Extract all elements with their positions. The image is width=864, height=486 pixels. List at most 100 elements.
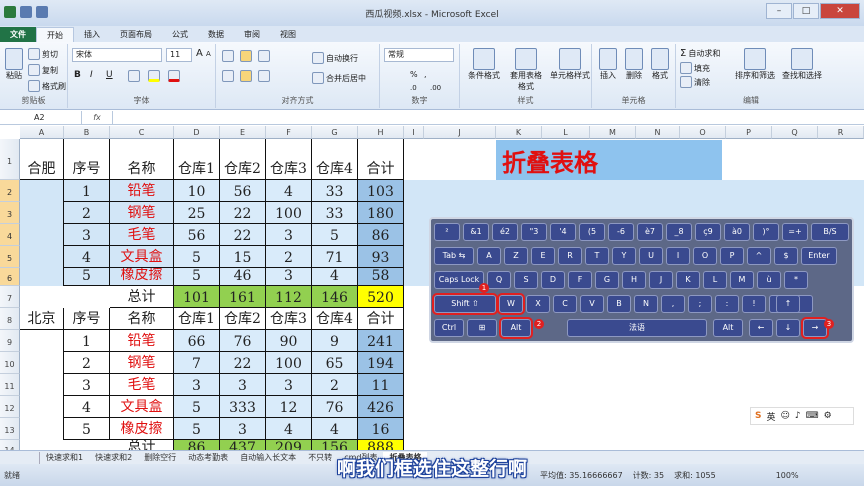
merge-center-button[interactable]: 合并后居中 <box>312 72 366 84</box>
font-size-select[interactable]: 11 <box>166 48 192 62</box>
column-header[interactable]: B <box>64 126 110 139</box>
item-name-cell[interactable]: 铅笔 <box>110 330 174 352</box>
fx-icon[interactable]: fx <box>82 113 112 122</box>
key[interactable]: Alt <box>713 319 743 337</box>
shift-key[interactable]: Shift ⇧ <box>432 293 498 315</box>
column-header[interactable]: R <box>818 126 864 139</box>
key[interactable]: Enter <box>801 247 837 265</box>
value-cell[interactable]: 3 <box>266 374 312 396</box>
header-cell[interactable]: 仓库3 <box>266 308 312 330</box>
index-cell[interactable]: 5 <box>64 268 110 286</box>
align-center-button[interactable] <box>240 70 252 82</box>
key[interactable]: U <box>639 247 663 265</box>
index-cell[interactable]: 5 <box>64 418 110 440</box>
align-right-button[interactable] <box>258 70 270 82</box>
key[interactable]: ↓ <box>776 319 800 337</box>
key[interactable]: Tab ⇆ <box>434 247 474 265</box>
header-cell[interactable]: 仓库4 <box>312 308 358 330</box>
percent-button[interactable]: % <box>410 70 418 79</box>
key[interactable]: =+ <box>782 223 808 241</box>
tab-file[interactable]: 文件 <box>0 27 36 42</box>
row-header[interactable]: 11 <box>0 374 20 396</box>
key[interactable]: Caps Lock <box>434 271 484 289</box>
value-cell[interactable]: 2 <box>312 374 358 396</box>
key[interactable]: A <box>477 247 501 265</box>
key[interactable]: L <box>703 271 727 289</box>
value-cell[interactable]: 66 <box>174 330 220 352</box>
tab-formulas[interactable]: 公式 <box>162 27 198 42</box>
maximize-button[interactable]: □ <box>793 3 819 19</box>
key[interactable]: P <box>720 247 744 265</box>
tab-insert[interactable]: 插入 <box>74 27 110 42</box>
align-left-button[interactable] <box>222 70 234 82</box>
value-cell[interactable]: 11 <box>358 374 404 396</box>
value-cell[interactable]: 2 <box>266 246 312 268</box>
format-as-table-button[interactable]: 套用表格格式 <box>508 48 544 92</box>
font-color-button[interactable] <box>168 70 180 82</box>
key[interactable]: Z <box>504 247 528 265</box>
index-cell[interactable]: 2 <box>64 352 110 374</box>
tab-data[interactable]: 数据 <box>198 27 234 42</box>
key[interactable]: E <box>531 247 555 265</box>
grow-font-button[interactable]: A <box>196 48 203 59</box>
underline-button[interactable]: U <box>106 70 113 80</box>
value-cell[interactable]: 56 <box>174 224 220 246</box>
comma-button[interactable]: , <box>424 70 427 79</box>
key[interactable]: &1 <box>463 223 489 241</box>
insert-cells-button[interactable]: 插入 <box>596 48 620 81</box>
value-cell[interactable]: 3 <box>220 374 266 396</box>
city-cell[interactable] <box>20 396 64 418</box>
key[interactable]: V <box>580 295 604 313</box>
find-select-button[interactable]: 查找和选择 <box>780 48 824 81</box>
fill-button[interactable]: 填充 <box>680 62 710 74</box>
value-cell[interactable]: 180 <box>358 202 404 224</box>
value-cell[interactable]: 4 <box>312 418 358 440</box>
value-cell[interactable]: 7 <box>174 352 220 374</box>
value-cell[interactable]: 4 <box>266 180 312 202</box>
header-cell[interactable]: 仓库3 <box>266 139 312 180</box>
city-cell[interactable] <box>20 246 64 268</box>
row-header[interactable]: 6 <box>0 268 20 286</box>
number-format-select[interactable]: 常规 <box>384 48 454 62</box>
item-name-cell[interactable]: 文具盒 <box>110 246 174 268</box>
key[interactable]: K <box>676 271 700 289</box>
key[interactable]: à0 <box>724 223 750 241</box>
value-cell[interactable]: 5 <box>174 246 220 268</box>
key[interactable]: _8 <box>666 223 692 241</box>
paste-button[interactable]: 粘贴 <box>4 48 24 81</box>
key[interactable]: (5 <box>579 223 605 241</box>
value-cell[interactable]: 103 <box>358 180 404 202</box>
value-cell[interactable]: 3 <box>266 268 312 286</box>
item-name-cell[interactable]: 橡皮擦 <box>110 268 174 286</box>
value-cell[interactable]: 46 <box>220 268 266 286</box>
ime-language[interactable]: 英 <box>766 410 775 423</box>
value-cell[interactable]: 10 <box>174 180 220 202</box>
value-cell[interactable]: 333 <box>220 396 266 418</box>
autosum-button[interactable]: Σ 自动求和 <box>680 48 720 59</box>
value-cell[interactable]: 58 <box>358 268 404 286</box>
key[interactable]: "3 <box>521 223 547 241</box>
item-name-cell[interactable]: 毛笔 <box>110 224 174 246</box>
key[interactable]: D <box>541 271 565 289</box>
clear-button[interactable]: 清除 <box>680 76 710 88</box>
header-cell[interactable]: 合计 <box>358 308 404 330</box>
header-cell[interactable]: 合肥 <box>20 139 64 180</box>
index-cell[interactable]: 4 <box>64 246 110 268</box>
save-icon[interactable] <box>20 6 32 18</box>
value-cell[interactable]: 93 <box>358 246 404 268</box>
column-header[interactable]: L <box>542 126 590 139</box>
item-name-cell[interactable]: 钢笔 <box>110 352 174 374</box>
key[interactable]: M <box>730 271 754 289</box>
align-top-button[interactable] <box>222 50 234 62</box>
value-cell[interactable]: 33 <box>312 180 358 202</box>
align-middle-button[interactable] <box>240 50 252 62</box>
key[interactable]: ⊞ <box>467 319 497 337</box>
key[interactable]: B/S <box>811 223 849 241</box>
wrap-text-button[interactable]: 自动换行 <box>312 52 358 64</box>
key[interactable]: I <box>666 247 690 265</box>
city-cell[interactable] <box>20 418 64 440</box>
shrink-font-button[interactable]: A <box>206 50 211 58</box>
minimize-button[interactable]: – <box>766 3 792 19</box>
value-cell[interactable]: 76 <box>312 396 358 418</box>
fill-color-button[interactable] <box>148 70 160 82</box>
